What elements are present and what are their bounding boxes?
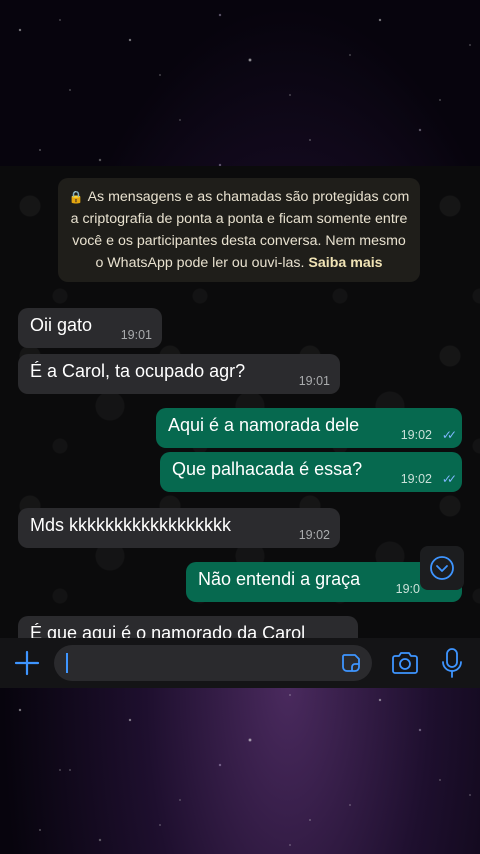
message-time: 19:01 <box>298 374 330 388</box>
message-time: 19:02 <box>400 428 432 442</box>
plus-icon[interactable] <box>12 648 42 678</box>
sticker-icon[interactable] <box>340 652 362 674</box>
message-bubble[interactable]: É a Carol, ta ocupado agr? 19:01 <box>18 354 340 394</box>
message-bubble[interactable]: Aqui é a namorada dele 19:02 ✓✓ <box>156 408 462 448</box>
message-time: 19:02 <box>400 472 432 486</box>
message-time: 19:0 <box>395 582 420 596</box>
message-text: Não entendi a graça <box>198 569 361 589</box>
text-cursor <box>66 653 68 673</box>
message-text: Aqui é a namorada dele <box>168 415 360 435</box>
learn-more-link[interactable]: Saiba mais <box>308 255 382 271</box>
chat-area[interactable]: 🔒 As mensagens e as chamadas são protegid… <box>0 166 480 686</box>
microphone-icon[interactable] <box>440 647 464 679</box>
message-input-bar <box>0 638 480 688</box>
lock-icon: 🔒 <box>68 190 84 204</box>
camera-icon[interactable] <box>390 650 420 676</box>
read-receipt-icon: ✓✓ <box>441 472 457 486</box>
message-time: 19:02 <box>298 528 330 542</box>
message-bubble[interactable]: Mds kkkkkkkkkkkkkkkkkk 19:02 <box>18 508 340 548</box>
encryption-notice[interactable]: 🔒 As mensagens e as chamadas são protegid… <box>58 178 420 282</box>
message-bubble[interactable]: Oii gato 19:01 <box>18 308 162 348</box>
read-receipt-icon: ✓✓ <box>441 428 457 442</box>
message-text: Que palhacada é essa? <box>172 459 363 479</box>
message-input[interactable] <box>54 645 372 681</box>
message-text: É a Carol, ta ocupado agr? <box>30 361 246 381</box>
chevron-down-circle-icon <box>430 556 454 580</box>
screenshot-background: 🔒 As mensagens e as chamadas são protegid… <box>0 0 480 854</box>
message-bubble[interactable]: Que palhacada é essa? 19:02 ✓✓ <box>160 452 462 492</box>
message-text: Oii gato <box>30 315 93 335</box>
message-text: Mds kkkkkkkkkkkkkkkkkk <box>30 515 232 535</box>
scroll-to-bottom-button[interactable] <box>420 546 464 590</box>
message-time: 19:01 <box>120 328 152 342</box>
